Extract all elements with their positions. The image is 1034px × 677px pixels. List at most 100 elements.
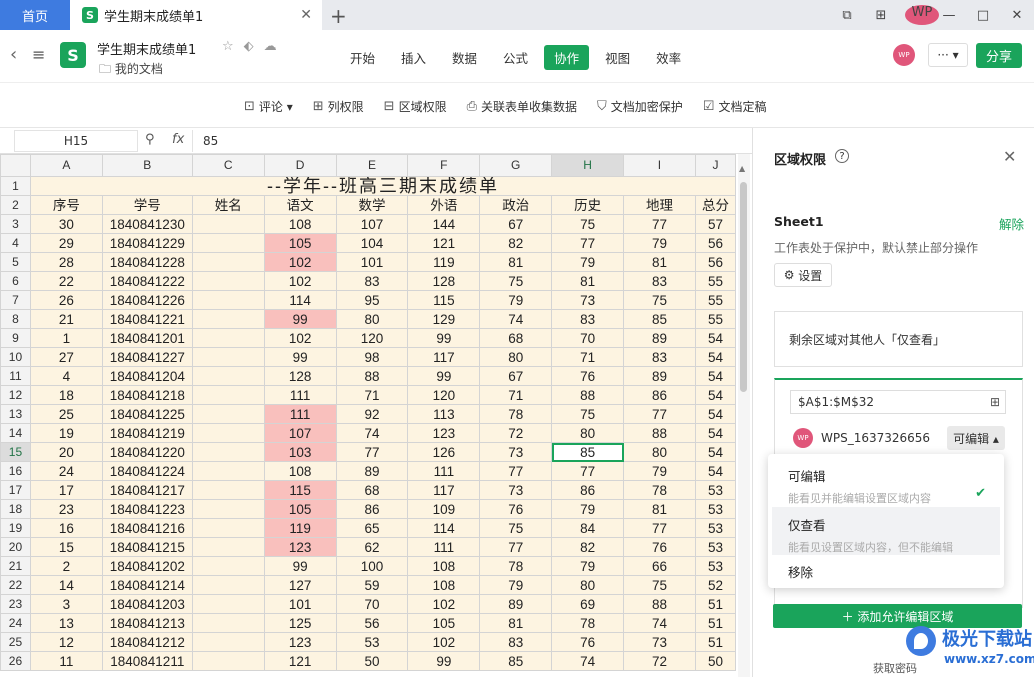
table-cell[interactable]: 20 xyxy=(29,442,103,462)
sheet-title[interactable]: --学年--班高三期末成绩单 xyxy=(29,176,736,196)
table-cell[interactable]: 113 xyxy=(407,404,481,424)
table-cell[interactable]: 129 xyxy=(407,309,481,329)
zoom-search-icon[interactable]: ⚲ xyxy=(145,132,155,147)
table-cell[interactable]: 86 xyxy=(551,480,625,500)
column-title[interactable]: 外语 xyxy=(407,195,481,215)
table-cell[interactable]: 1840841230 xyxy=(101,214,193,234)
table-cell[interactable]: 128 xyxy=(263,366,337,386)
row-header[interactable]: 12 xyxy=(0,385,31,405)
table-cell[interactable]: 101 xyxy=(263,594,337,614)
table-cell[interactable]: 50 xyxy=(335,651,409,671)
table-cell[interactable]: 120 xyxy=(407,385,481,405)
region-permission-button[interactable]: ⊟ 区域权限 xyxy=(384,98,447,115)
column-header[interactable]: D xyxy=(263,154,337,177)
column-header[interactable]: I xyxy=(623,154,696,177)
table-cell[interactable]: 1840841218 xyxy=(101,385,193,405)
table-cell[interactable]: 81 xyxy=(623,499,696,519)
table-cell[interactable]: 74 xyxy=(623,613,696,633)
minimize-button[interactable]: — xyxy=(932,8,966,23)
table-cell[interactable]: 75 xyxy=(623,290,696,310)
range-input[interactable]: $A$1:$M$32 ⊞ xyxy=(790,390,1006,414)
table-cell[interactable]: 55 xyxy=(694,309,736,329)
table-cell[interactable]: 89 xyxy=(479,594,553,614)
table-cell[interactable] xyxy=(191,309,265,329)
table-cell[interactable]: 66 xyxy=(623,556,696,576)
select-all-corner[interactable] xyxy=(0,154,31,177)
table-cell[interactable]: 1840841216 xyxy=(101,518,193,538)
table-cell[interactable]: 108 xyxy=(263,461,337,481)
table-cell[interactable]: 78 xyxy=(479,556,553,576)
table-cell[interactable]: 1840841202 xyxy=(101,556,193,576)
tab-document[interactable]: S 学生期末成绩单1 ✕ xyxy=(70,0,322,30)
more-button[interactable]: ··· ▾ xyxy=(928,43,968,67)
table-cell[interactable]: 88 xyxy=(335,366,409,386)
encrypt-button[interactable]: ⛉ 文档加密保护 xyxy=(597,98,683,115)
table-cell[interactable]: 54 xyxy=(694,423,736,443)
table-cell[interactable]: 84 xyxy=(551,518,625,538)
table-cell[interactable]: 123 xyxy=(407,423,481,443)
table-cell[interactable] xyxy=(191,347,265,367)
table-cell[interactable]: 51 xyxy=(694,613,736,633)
table-cell[interactable]: 79 xyxy=(623,233,696,253)
table-cell[interactable]: 125 xyxy=(263,613,337,633)
close-window-button[interactable]: ✕ xyxy=(1000,8,1034,23)
table-cell[interactable] xyxy=(191,233,265,253)
table-cell[interactable]: 70 xyxy=(335,594,409,614)
table-cell[interactable]: 89 xyxy=(623,328,696,348)
row-header[interactable]: 21 xyxy=(0,556,31,576)
option-view-only[interactable]: 仅查看 能看见设置区域内容，但不能编辑 xyxy=(772,507,1000,555)
permission-select[interactable]: 可编辑 ▴ xyxy=(947,426,1005,450)
table-cell[interactable]: 123 xyxy=(263,632,337,652)
column-header[interactable]: G xyxy=(479,154,553,177)
table-cell[interactable]: 55 xyxy=(694,271,736,291)
row-header[interactable]: 4 xyxy=(0,233,31,253)
finalize-button[interactable]: ☑ 文档定稿 xyxy=(703,98,767,115)
row-header[interactable]: 9 xyxy=(0,328,31,348)
table-cell[interactable]: 86 xyxy=(623,385,696,405)
table-cell[interactable]: 82 xyxy=(551,537,625,557)
table-cell[interactable]: 68 xyxy=(479,328,553,348)
table-cell[interactable]: 53 xyxy=(694,480,736,500)
table-cell[interactable]: 108 xyxy=(407,575,481,595)
row-header[interactable]: 11 xyxy=(0,366,31,386)
table-cell[interactable]: 107 xyxy=(335,214,409,234)
table-cell[interactable]: 1840841212 xyxy=(101,632,193,652)
comment-button[interactable]: ⊡ 评论 ▾ xyxy=(244,98,293,115)
maximize-button[interactable]: □ xyxy=(966,8,1000,23)
table-cell[interactable] xyxy=(191,518,265,538)
table-cell[interactable]: 77 xyxy=(335,442,409,462)
option-remove[interactable]: 移除 xyxy=(772,562,1000,584)
table-cell[interactable] xyxy=(191,442,265,462)
table-cell[interactable]: 120 xyxy=(335,328,409,348)
table-cell[interactable] xyxy=(191,271,265,291)
column-title[interactable]: 姓名 xyxy=(191,195,265,215)
close-icon[interactable]: ✕ xyxy=(300,7,312,23)
table-cell[interactable]: 1840841221 xyxy=(101,309,193,329)
menu-start[interactable]: 开始 xyxy=(340,45,385,70)
table-cell[interactable]: 1840841219 xyxy=(101,423,193,443)
table-cell[interactable]: 88 xyxy=(551,385,625,405)
table-cell[interactable]: 50 xyxy=(694,651,736,671)
table-cell[interactable]: 77 xyxy=(623,214,696,234)
table-cell[interactable]: 128 xyxy=(407,271,481,291)
doc-action-icons[interactable]: ☆⬖☁ xyxy=(222,39,287,54)
fx-icon[interactable]: fx xyxy=(172,132,184,147)
table-cell[interactable]: 121 xyxy=(263,651,337,671)
table-cell[interactable]: 29 xyxy=(29,233,103,253)
table-cell[interactable] xyxy=(191,214,265,234)
table-cell[interactable]: 1840841215 xyxy=(101,537,193,557)
table-cell[interactable]: 74 xyxy=(551,651,625,671)
table-cell[interactable]: 117 xyxy=(407,480,481,500)
table-cell[interactable]: 85 xyxy=(479,651,553,671)
table-cell[interactable]: 13 xyxy=(29,613,103,633)
table-cell[interactable]: 1840841201 xyxy=(101,328,193,348)
row-header[interactable]: 26 xyxy=(0,651,31,671)
table-cell[interactable]: 56 xyxy=(335,613,409,633)
table-cell[interactable]: 88 xyxy=(623,594,696,614)
table-cell[interactable]: 108 xyxy=(263,214,337,234)
table-cell[interactable] xyxy=(191,651,265,671)
table-cell[interactable]: 107 xyxy=(263,423,337,443)
table-cell[interactable]: 1840841224 xyxy=(101,461,193,481)
table-cell[interactable]: 71 xyxy=(479,385,553,405)
row-header[interactable]: 23 xyxy=(0,594,31,614)
